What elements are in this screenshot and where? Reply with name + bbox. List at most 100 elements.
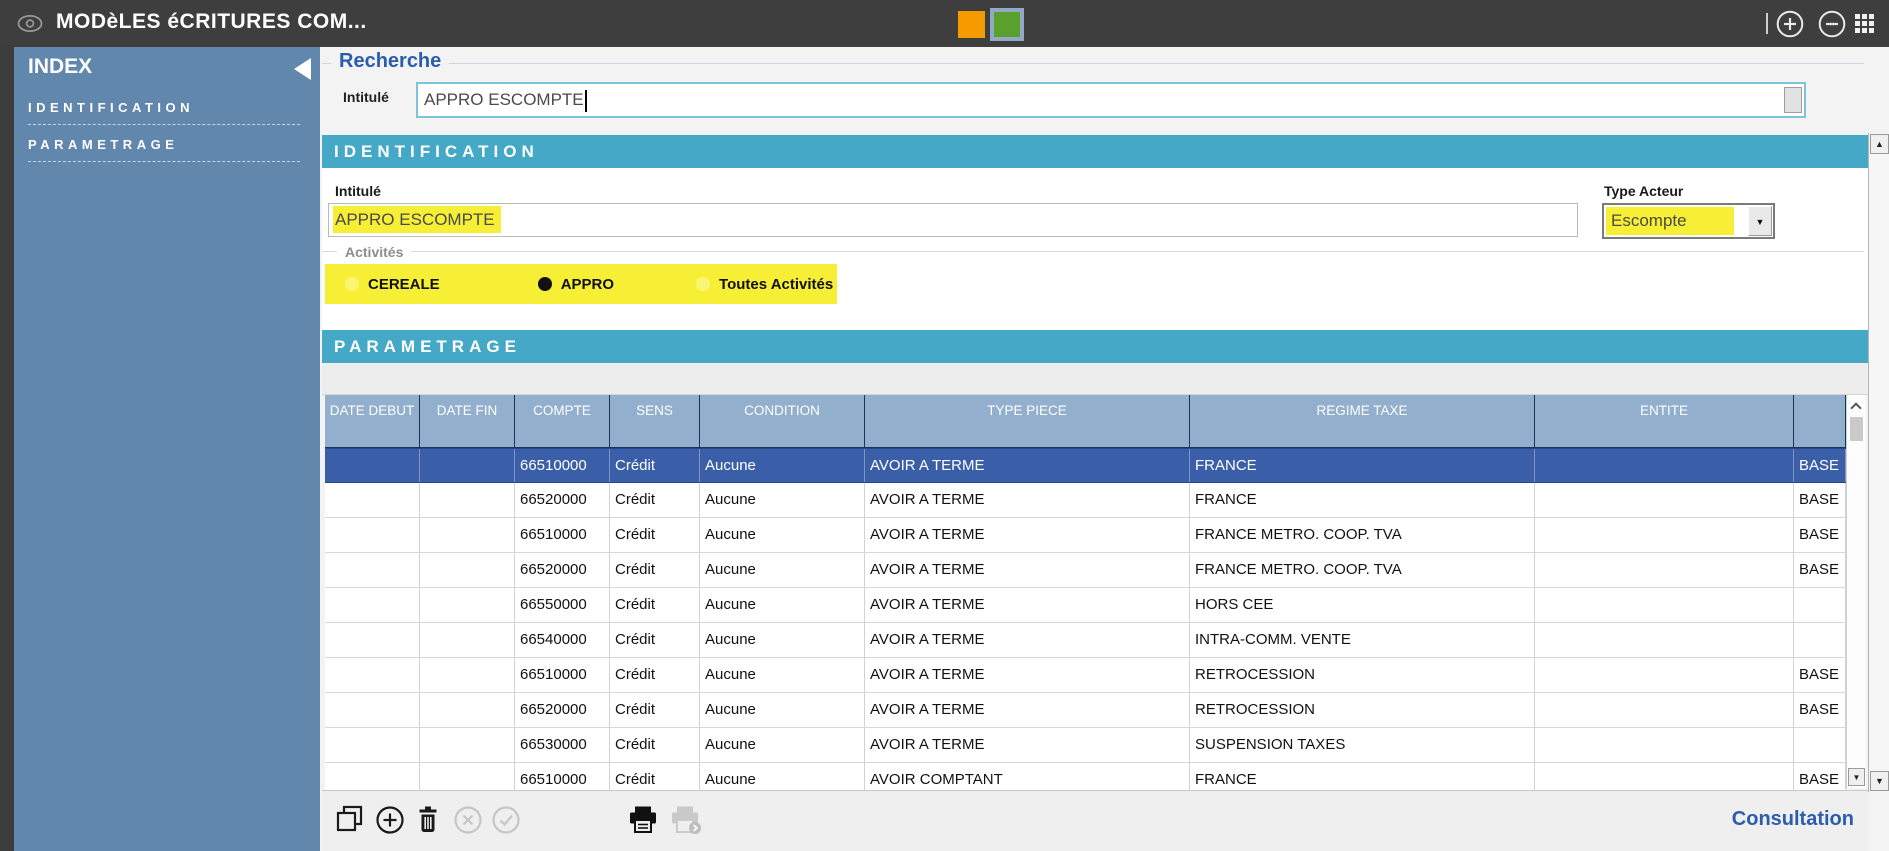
sidebar-item-parametrage[interactable]: PARAMETRAGE [28,137,300,162]
table-cell [420,728,515,762]
table-cell: BASE [1794,483,1846,517]
titlebar: MODèLES éCRITURES COM... [0,0,1889,47]
table-cell: Aucune [700,518,865,552]
zoom-in-icon[interactable] [1775,9,1805,44]
table-cell: FRANCE METRO. COOP. TVA [1190,553,1535,587]
table-row[interactable]: 66510000CréditAucuneAVOIR A TERMERETROCE… [325,658,1846,693]
table-cell: 66520000 [515,693,610,727]
table-cell: Crédit [610,588,700,622]
table-cell [1535,588,1794,622]
table-scrollbar-thumb[interactable] [1850,417,1863,441]
table-cell [325,449,420,482]
table-cell: Aucune [700,553,865,587]
radio-icon[interactable] [696,277,710,291]
table-cell: Crédit [610,553,700,587]
type-acteur-select[interactable]: Escompte ▼ [1602,203,1775,239]
table-row[interactable]: 66520000CréditAucuneAVOIR A TERMERETROCE… [325,693,1846,728]
table-cell: Aucune [700,449,865,482]
table-cell: Crédit [610,693,700,727]
orange-indicator [958,11,985,38]
table-cell: AVOIR A TERME [865,483,1190,517]
table-row[interactable]: 66520000CréditAucuneAVOIR A TERMEFRANCEB… [325,483,1846,518]
search-input-button[interactable] [1784,87,1802,113]
search-legend: Recherche [331,50,449,73]
table-scrollbar[interactable]: ▼ [1846,395,1866,788]
table-cell: BASE [1794,553,1846,587]
intitule-input[interactable]: APPRO ESCOMPTE [328,203,1578,237]
table-cell: 66510000 [515,658,610,692]
main-scroll-up-icon[interactable]: ▲ [1870,134,1889,154]
print-button[interactable] [627,805,659,840]
table-cell [420,763,515,790]
add-button[interactable] [375,805,405,840]
table-row[interactable]: 66510000CréditAucuneAVOIR A TERMEFRANCEB… [325,448,1846,483]
table-cell: BASE [1794,518,1846,552]
table-cell: Aucune [700,728,865,762]
header-cell-entite: ENTITE [1535,395,1794,447]
activites-radio-2[interactable]: Toutes Activités [696,276,833,293]
table-cell [1535,518,1794,552]
table-row[interactable]: 66520000CréditAucuneAVOIR A TERMEFRANCE … [325,553,1846,588]
table-cell: Aucune [700,483,865,517]
table-cell: 66520000 [515,553,610,587]
sidebar-title: INDEX [28,55,92,79]
main-scroll-down-icon[interactable]: ▼ [1870,771,1889,791]
table-cell: Crédit [610,623,700,657]
table-cell: Crédit [610,658,700,692]
delete-button[interactable] [415,805,441,839]
intitule-value: APPRO ESCOMPTE [333,206,501,233]
table-cell: FRANCE [1190,763,1535,790]
table-cell: AVOIR A TERME [865,623,1190,657]
table-cell: AVOIR A TERME [865,449,1190,482]
scroll-up-icon[interactable] [1850,402,1861,413]
table-cell [420,449,515,482]
sidebar-item-identification[interactable]: IDENTIFICATION [28,100,300,125]
table-cell [1535,553,1794,587]
radio-label: APPRO [561,276,614,293]
table-cell: Crédit [610,763,700,790]
table-cell: 66550000 [515,588,610,622]
table-cell [420,693,515,727]
table-cell: Aucune [700,623,865,657]
radio-label: Toutes Activités [719,276,833,293]
table-row[interactable]: 66530000CréditAucuneAVOIR A TERMESUSPENS… [325,728,1846,763]
table-row[interactable]: 66550000CréditAucuneAVOIR A TERMEHORS CE… [325,588,1846,623]
activites-radio-0[interactable]: CEREALE [345,276,440,293]
table-cell: Crédit [610,449,700,482]
header-cell-regime-taxe: REGIME TAXE [1190,395,1535,447]
table-cell: Aucune [700,763,865,790]
table-cell [420,623,515,657]
table-cell [325,588,420,622]
sidebar-collapse-icon[interactable] [294,58,311,80]
table-cell [420,588,515,622]
table-cell [325,483,420,517]
print-export-button [669,805,703,840]
titlebar-divider [1766,13,1768,34]
table-row[interactable]: 66510000CréditAucuneAVOIR COMPTANTFRANCE… [325,763,1846,790]
table-cell: Crédit [610,483,700,517]
table-cell [1535,763,1794,790]
main-scrollbar[interactable]: ▲ ▼ [1868,133,1889,792]
validate-button [491,805,521,840]
table-row[interactable]: 66510000CréditAucuneAVOIR A TERMEFRANCE … [325,518,1846,553]
search-legend-line [322,63,1864,64]
radio-selected-icon[interactable] [538,277,552,291]
table-cell: FRANCE [1190,449,1535,482]
table-cell [1794,728,1846,762]
table-cell [325,553,420,587]
duplicate-button[interactable] [336,805,364,838]
scroll-down-icon[interactable]: ▼ [1848,768,1865,786]
chevron-down-icon[interactable]: ▼ [1748,206,1772,236]
apps-grid-icon[interactable] [1855,14,1875,39]
zoom-out-icon[interactable] [1817,9,1847,44]
search-input[interactable]: APPRO ESCOMPTE [416,82,1806,118]
table-cell [325,693,420,727]
activites-radio-1[interactable]: APPRO [538,276,614,293]
activites-legend: Activités [337,244,411,260]
eye-icon[interactable] [16,14,44,38]
radio-icon[interactable] [345,277,359,291]
table-row[interactable]: 66540000CréditAucuneAVOIR A TERMEINTRA-C… [325,623,1846,658]
table-cell: 66520000 [515,483,610,517]
table-cell [325,518,420,552]
table-cell: Aucune [700,588,865,622]
